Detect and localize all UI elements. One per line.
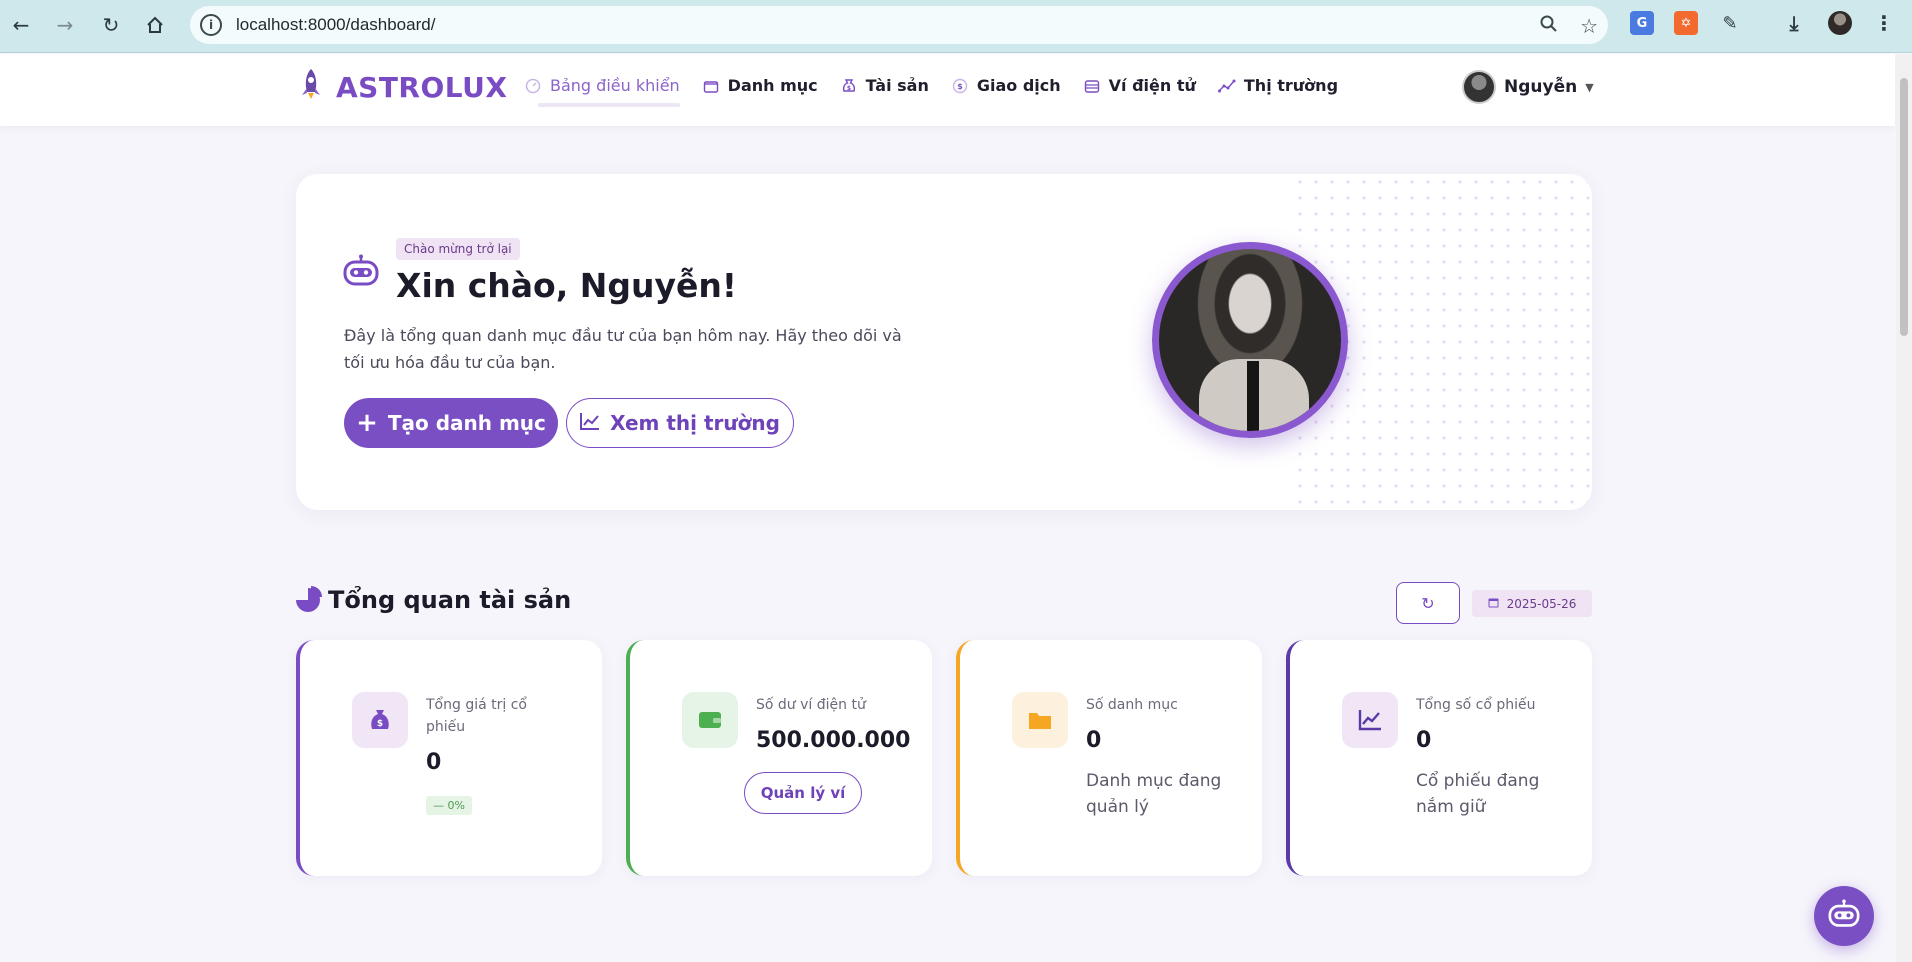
- nav-item-portfolio[interactable]: Danh mục: [702, 76, 818, 95]
- robot-icon: [342, 254, 380, 288]
- rocket-icon: [300, 68, 322, 107]
- stat-description: Danh mục đang quản lý: [1086, 771, 1222, 817]
- wallet-icon: [682, 692, 738, 748]
- intro-text: Đây là tổng quan danh mục đầu tư của bạn…: [344, 326, 902, 372]
- view-market-label: Xem thị trường: [610, 411, 780, 435]
- page-scrollbar[interactable]: [1896, 54, 1912, 962]
- stat-value: 0: [1086, 728, 1102, 753]
- nav-item-transactions[interactable]: $ Giao dịch: [951, 76, 1061, 95]
- folder-icon: [702, 77, 720, 95]
- url-text: localhost:8000/dashboard/: [236, 15, 436, 34]
- date-badge: 2025-05-26: [1472, 590, 1592, 617]
- stat-card-wallet-balance: Số dư ví điện tử 500.000.000 Quản lý ví: [626, 640, 932, 876]
- stat-card-stock-count: Tổng số cổ phiếu 0 Cổ phiếu đang nắm giữ: [1286, 640, 1592, 876]
- wallet-icon: [1083, 77, 1101, 95]
- forward-icon[interactable]: →: [50, 10, 80, 40]
- minus-icon: —: [433, 799, 448, 812]
- transaction-icon: $: [951, 77, 969, 95]
- site-info-icon[interactable]: i: [200, 14, 222, 36]
- change-badge: — 0%: [426, 796, 472, 815]
- stat-value: 0: [1416, 728, 1432, 753]
- market-icon: [1217, 77, 1236, 95]
- nav-label: Bảng điều khiển: [550, 76, 680, 95]
- browser-toolbar: ← → ↻ i localhost:8000/dashboard/ ☆ G ✡ …: [0, 0, 1912, 53]
- back-icon[interactable]: ←: [6, 10, 36, 40]
- stat-value: 500.000.000: [756, 728, 911, 753]
- svg-text:$: $: [847, 85, 851, 92]
- download-icon[interactable]: ⤓: [1782, 11, 1806, 35]
- greeting-title: Xin chào, Nguyễn!: [396, 266, 737, 305]
- profile-avatar-icon[interactable]: [1828, 11, 1852, 35]
- scrollbar-thumb[interactable]: [1900, 78, 1908, 336]
- zoom-icon[interactable]: [1540, 14, 1558, 38]
- brand-logo[interactable]: ASTROLUX: [300, 68, 507, 107]
- line-chart-icon: [580, 411, 600, 435]
- nav-label: Danh mục: [727, 76, 818, 95]
- manage-wallet-button[interactable]: Quản lý ví: [744, 772, 862, 814]
- welcome-badge: Chào mừng trở lại: [396, 238, 520, 260]
- refresh-button[interactable]: ↻: [1396, 582, 1460, 624]
- address-bar[interactable]: i localhost:8000/dashboard/ ☆: [190, 6, 1608, 44]
- brand-name: ASTROLUX: [336, 71, 508, 104]
- home-icon[interactable]: [140, 10, 170, 40]
- main-nav: Bảng điều khiển Danh mục $ Tài sản $ Gia…: [524, 76, 1339, 107]
- extension-icon[interactable]: ✡: [1674, 11, 1698, 35]
- nav-item-assets[interactable]: $ Tài sản: [840, 76, 929, 95]
- change-value: 0%: [447, 799, 465, 812]
- stat-label: Tổng giá trị cổ phiếu: [426, 697, 527, 735]
- create-portfolio-label: Tạo danh mục: [387, 411, 546, 435]
- svg-text:$: $: [377, 719, 383, 729]
- stat-label: Số dư ví điện tử: [756, 697, 866, 713]
- nav-label: Tài sản: [865, 76, 929, 95]
- date-text: 2025-05-26: [1506, 596, 1577, 611]
- bookmark-star-icon[interactable]: ☆: [1580, 14, 1598, 38]
- nav-label: Giao dịch: [976, 76, 1061, 95]
- nav-item-wallet[interactable]: Ví điện tử: [1083, 76, 1196, 95]
- stat-value: 0: [426, 750, 442, 775]
- money-bag-icon: $: [840, 77, 858, 95]
- chatbot-button[interactable]: [1814, 886, 1874, 946]
- plus-icon: +: [356, 408, 378, 438]
- user-name: Nguyễn: [1504, 77, 1578, 97]
- user-menu[interactable]: Nguyễn ▼: [1462, 70, 1594, 104]
- calendar-icon: [1488, 597, 1499, 611]
- pie-chart-icon: [296, 586, 322, 612]
- profile-photo: [1152, 242, 1348, 438]
- nav-label: Thị trường: [1243, 76, 1339, 95]
- money-bag-icon: $: [352, 692, 408, 748]
- nav-label: Ví điện tử: [1108, 76, 1196, 95]
- robot-icon: [1827, 899, 1861, 933]
- stat-label: Tổng số cổ phiếu: [1416, 697, 1536, 713]
- stat-label: Số danh mục: [1086, 697, 1178, 713]
- reload-icon[interactable]: ↻: [96, 10, 126, 40]
- avatar: [1462, 70, 1496, 104]
- stat-description: Cổ phiếu đang nắm giữ: [1416, 771, 1540, 817]
- line-chart-icon: [1342, 692, 1398, 748]
- nav-item-dashboard[interactable]: Bảng điều khiển: [524, 76, 680, 107]
- stat-card-portfolio-count: Số danh mục 0 Danh mục đang quản lý: [956, 640, 1262, 876]
- overview-title: Tổng quan tài sản: [328, 586, 572, 614]
- nav-item-market[interactable]: Thị trường: [1217, 76, 1339, 95]
- chevron-down-icon: ▼: [1585, 80, 1594, 94]
- browser-menu-icon[interactable]: ⋮: [1872, 11, 1896, 35]
- welcome-card: Chào mừng trở lại Xin chào, Nguyễn! Đây …: [296, 174, 1592, 510]
- folder-icon: [1012, 692, 1068, 748]
- view-market-button[interactable]: Xem thị trường: [566, 398, 794, 448]
- dashboard-icon: [524, 77, 542, 95]
- create-portfolio-button[interactable]: + Tạo danh mục: [344, 398, 558, 448]
- refresh-icon: ↻: [1421, 593, 1435, 613]
- stat-card-stock-value: $ Tổng giá trị cổ phiếu 0 — 0%: [296, 640, 602, 876]
- translate-extension-icon[interactable]: G: [1630, 11, 1654, 35]
- app-header: ASTROLUX Bảng điều khiển Danh mục $ Tài …: [0, 54, 1895, 126]
- extensions-puzzle-icon[interactable]: ✎: [1718, 11, 1742, 35]
- overview-heading: Tổng quan tài sản: [296, 586, 571, 614]
- svg-text:$: $: [957, 82, 963, 91]
